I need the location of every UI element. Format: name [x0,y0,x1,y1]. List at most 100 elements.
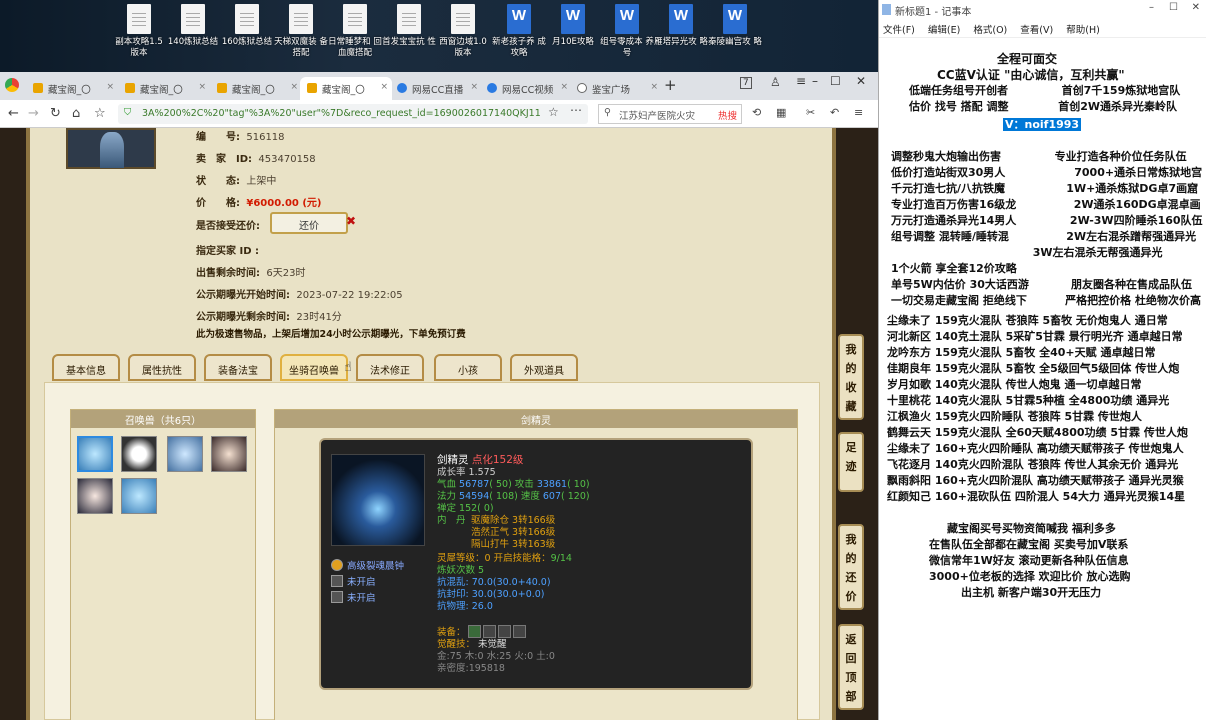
public-remain-row: 公示期曝光剩余时间: 23时41分 [196,308,342,323]
desktop-file-icon[interactable]: 首发宝宝抗 性 [382,4,436,48]
back-to-top-button[interactable]: 返回顶部 [838,624,864,710]
browser-tab[interactable]: 鉴宝广场 × [570,77,662,100]
tab-appearance[interactable]: 外观道具 [510,354,578,381]
my-counter-offers-button[interactable]: 我的还价 [838,524,864,610]
minimize-icon[interactable]: – [812,74,818,88]
close-tab-icon[interactable]: × [560,82,568,92]
close-tab-icon[interactable]: × [106,82,114,92]
pet-thumbnail[interactable] [121,436,157,472]
equip-slot-icon[interactable] [467,625,481,638]
pet-thumbnail[interactable] [121,478,157,514]
tab-mounts-pets[interactable]: 坐骑召唤兽 [280,354,348,381]
notepad-titlebar: 新标题1 - 记事本 – ☐ ✕ [879,0,1206,20]
globe-icon [577,83,587,93]
desktop-file-icon[interactable]: 新老孩子养 成攻略 [492,4,546,59]
pet-skill[interactable]: 高级裂魂晨钟 [331,558,404,572]
text-line: 万元打造通杀异光14男人 2W-3W四阶睡杀160队伍 [891,214,1203,227]
close-icon[interactable]: ✖ [346,214,356,228]
tab-label: 藏宝阁_〇 [140,85,183,96]
close-tab-icon[interactable]: × [198,82,206,92]
tab-children[interactable]: 小孩 [434,354,502,381]
text-line: 一切交易走藏宝阁 拒绝线下 严格把控价格 杜绝物次价高 [891,294,1201,307]
text-line: 专业打造百万伤害16级龙 2W通杀160DG卓混卓画 [891,198,1201,211]
new-tab-button[interactable]: + [664,76,677,94]
pet-thumbnail-selected[interactable] [77,436,113,472]
my-favorites-button[interactable]: 我的收藏 [838,334,864,420]
search-input[interactable]: ⚲ 江苏妇产医院火灾 热搜 [598,104,742,124]
equip-slot-icon[interactable] [482,625,496,638]
home-icon[interactable]: ⌂ [72,106,80,121]
tab-spell-mods[interactable]: 法术修正 [356,354,424,381]
close-tab-icon[interactable]: × [380,82,388,92]
menu-icon[interactable]: ≡ [796,74,806,88]
close-tab-icon[interactable]: × [470,82,478,92]
menu-view[interactable]: 查看(V) [1020,25,1053,36]
menu-edit[interactable]: 编辑(E) [928,25,960,36]
more-options-icon[interactable]: ⋯ [570,103,582,117]
value: 607 [542,491,562,502]
desktop-file-icon[interactable]: 天梯双魔装 备搭配 [274,4,328,59]
counter-offer-button[interactable]: 还价 [270,212,348,234]
equip-slot-icon[interactable] [497,625,511,638]
label: 气血 [437,479,460,490]
value: 未觉醒 [478,639,507,650]
browser-tab[interactable]: 藏宝阁_〇 × [26,77,118,100]
desktop-file-icon[interactable]: 西窗边域1.0 版本 [436,4,490,59]
favorite-icon[interactable]: ☆ [548,105,559,119]
tab-equipment[interactable]: 装备法宝 [204,354,272,381]
back-icon[interactable]: ← [8,106,19,121]
label: ( 50) 攻击 [489,479,537,490]
pet-affection: 亲密度:195818 [437,663,505,674]
close-tab-icon[interactable]: × [650,82,658,92]
desktop-file-icon[interactable]: 雁塔异光攻 略 [654,4,708,48]
text-line: 红颜知己 160+混砍队伍 四阶混人 54大力 通异光灵猴14星 [887,490,1186,503]
menu-format[interactable]: 格式(O) [973,25,1007,36]
tab-basic-info[interactable]: 基本信息 [52,354,120,381]
close-window-icon[interactable]: ✕ [856,74,866,88]
tab-label: 藏宝阁_〇 [232,85,275,96]
pet-thumbnail[interactable] [211,436,247,472]
browser-tab[interactable]: 网易CC直播 × [390,77,482,100]
grid-icon[interactable]: ▦ [776,106,786,119]
tab-attributes[interactable]: 属性抗性 [128,354,196,381]
buyer-row: 指定买家 ID : [196,242,259,257]
desktop-file-icon[interactable]: 秦陵幽宫攻 略 [708,4,762,48]
desktop-file-icon[interactable]: 组号零成本 养号 [600,4,654,59]
scissors-icon[interactable]: ✂ [806,106,815,119]
bookmark-star-icon[interactable]: ☆ [94,106,106,121]
forward-icon[interactable]: → [28,106,39,121]
browser-tab-active[interactable]: 藏宝阁_〇 × [300,77,392,100]
menu-help[interactable]: 帮助(H) [1066,25,1100,36]
desktop-file-icon[interactable]: 160炼狱总结 [220,4,274,48]
shirt-icon[interactable]: ♙ [770,75,781,89]
history-icon[interactable]: ↶ [830,106,839,119]
close-window-icon[interactable]: ✕ [1192,2,1200,13]
maximize-icon[interactable]: ☐ [1169,2,1178,13]
pet-thumbnail[interactable] [167,436,203,472]
footprint-button[interactable]: 足迹 [838,432,864,492]
pet-list: 召唤兽（共6只） [70,409,256,720]
desktop-file-icon[interactable]: 140炼狱总结 [166,4,220,48]
minimize-icon[interactable]: – [1149,2,1154,13]
equip-slot-icon[interactable] [512,625,526,638]
browser-tab[interactable]: 藏宝阁_〇 × [118,77,210,100]
reload-icon[interactable]: ↻ [50,106,61,121]
desktop-file-icon[interactable]: 日常睡梦和 回血魔搭配 [328,4,382,59]
desktop-file-icon[interactable]: 月10E攻略 [546,4,600,48]
address-bar[interactable]: ⛉ 3A%200%2C%20"tag"%3A%20"user"%7D&reco_… [118,104,588,124]
tab-count-badge[interactable]: 7 [740,77,752,89]
menu-icon[interactable]: ≡ [854,106,863,119]
browser-tab[interactable]: 网易CC视频 × [480,77,572,100]
pet-thumbnail[interactable] [77,478,113,514]
notepad-menubar: 文件(F) 编辑(E) 格式(O) 查看(V) 帮助(H) [879,20,1206,38]
pet-inner-label: 内 丹 [437,515,466,526]
status-value: 上架中 [246,176,277,187]
pet-spirit-row: 灵犀等级：0 开启技能格：9/14 [437,553,572,565]
desktop-file-icon[interactable]: 副本攻略1.5 版本 [112,4,166,59]
close-tab-icon[interactable]: × [290,82,298,92]
notepad-text-area[interactable]: 全程可面交 CC蓝V认证 "由心诚信，互利共赢" 低端任务组号开创者 首创7千1… [879,38,1206,720]
browser-tab[interactable]: 藏宝阁_〇 × [210,77,302,100]
maximize-icon[interactable]: ☐ [830,74,841,88]
menu-file[interactable]: 文件(F) [883,25,915,36]
extensions-icon[interactable]: ⟲ [752,106,761,119]
